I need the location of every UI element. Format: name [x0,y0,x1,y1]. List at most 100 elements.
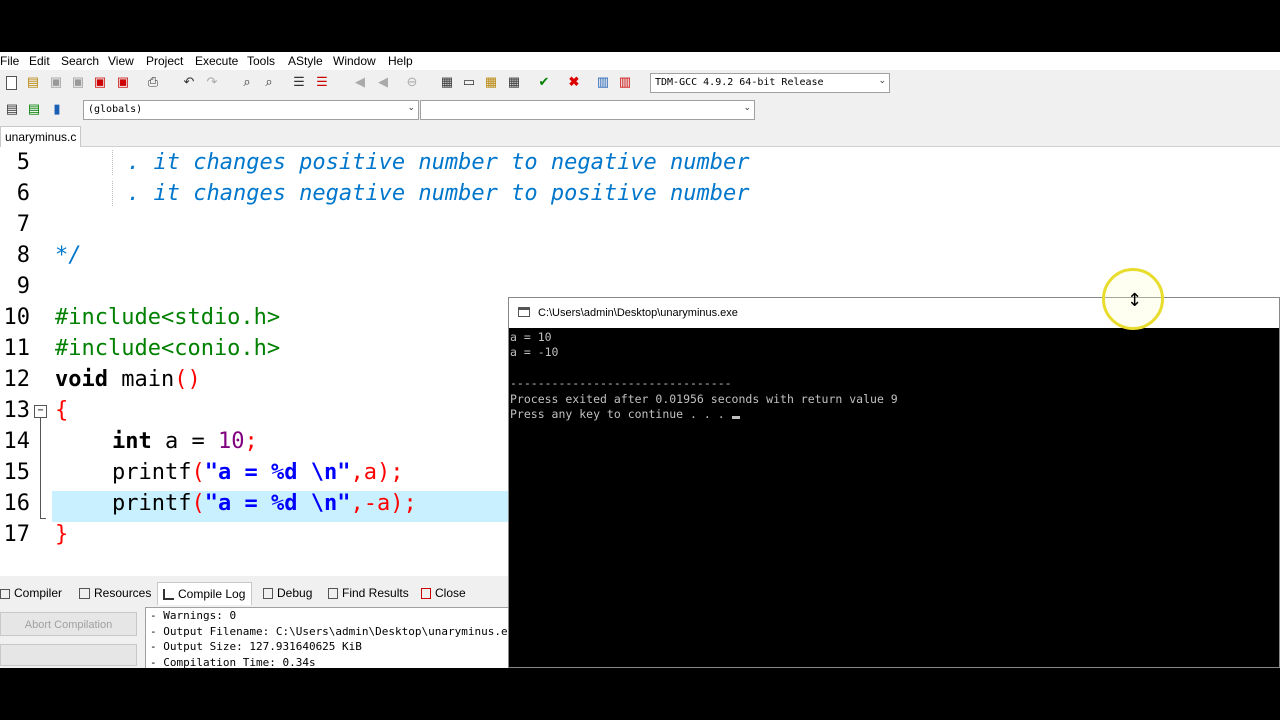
keyword-int: int [112,429,152,454]
compiler-select[interactable]: TDM-GCC 4.9.2 64-bit Release ⌄ [650,73,890,93]
fold-toggle-icon[interactable]: − [34,405,47,418]
compile-progress-bar [0,644,137,666]
log-line: - Warnings: 0 [150,609,237,622]
line-number: 10 [3,305,31,330]
save-all-icon[interactable]: ▣ [71,75,85,89]
tab-unaryminus-c[interactable]: unaryminus.c [0,126,82,147]
code-line-15: printf("a = %d \n",a); [112,460,403,485]
debug-icon [263,588,273,599]
indent-icon[interactable]: ☰ [292,75,306,89]
close-file-icon[interactable]: ▣ [93,75,107,89]
resize-cursor-icon: ↕ [1127,290,1143,311]
save-icon[interactable]: ▣ [49,75,63,89]
class-browser-icon[interactable]: ▦ [484,75,498,89]
menu-astyle[interactable]: AStyle [288,54,323,68]
close-all-icon[interactable]: ▣ [116,75,130,89]
stop-execution-icon[interactable]: ✖ [567,75,581,89]
tab-label: Compiler [14,586,63,600]
menu-view[interactable]: View [108,54,134,68]
open-file-icon[interactable]: ▤ [26,75,40,89]
console-window[interactable]: C:\Users\admin\Desktop\unaryminus.exe a … [508,297,1280,668]
goto-bookmark-icon[interactable]: ▮ [50,102,64,116]
line-number: 6 [16,181,30,206]
chart-icon [163,589,174,600]
layout-icon[interactable]: ▦ [507,75,521,89]
tab-compiler[interactable]: Compiler [0,582,62,604]
string-quote: " [337,491,351,516]
tab-find-results[interactable]: Find Results [328,582,409,604]
replace-icon[interactable]: ⌕ [262,75,276,89]
argument: ,-a [350,491,391,516]
string-literal: "a = %d [204,460,311,485]
bottom-panel-tabs: Compiler Resources Compile Log Debug Fin… [0,582,510,605]
log-line: - Output Size: 127.931640625 KiB [150,640,362,653]
identifier-printf: printf [112,460,192,485]
menu-tools[interactable]: Tools [247,54,275,68]
menu-edit[interactable]: Edit [29,54,50,68]
escape-sequence: \n [310,491,338,516]
toggle-window-icon[interactable]: ▭ [462,75,476,89]
undo-icon[interactable]: ↶ [182,75,196,89]
argument: ,a [350,460,377,485]
menu-project[interactable]: Project [146,54,183,68]
find-icon[interactable]: ⌕ [240,75,254,89]
paren: () [174,367,201,392]
tab-resources[interactable]: Resources [79,582,151,604]
members-select[interactable]: ⌄ [420,100,755,120]
close-icon [421,588,431,599]
declaration: a = [151,429,218,454]
line-number: 5 [16,150,30,175]
code-line-14: int a = 10; [112,429,258,454]
code-line-12: void main() [55,367,201,392]
code-line-13: { [55,398,69,423]
tab-compile-log[interactable]: Compile Log [157,582,253,605]
menu-help[interactable]: Help [388,54,413,68]
bookmark-prev-icon[interactable]: ◀ [353,75,367,89]
menu-search[interactable]: Search [61,54,99,68]
code-line-17: } [55,522,69,547]
menu-window[interactable]: Window [333,54,376,68]
compile-log-output[interactable]: - Warnings: 0 - Output Filename: C:\User… [145,607,517,668]
console-line: a = 10 [510,330,552,344]
new-project-icon[interactable]: ▦ [440,75,454,89]
menu-file[interactable]: File [0,54,19,68]
paren: ( [191,491,205,516]
chevron-down-icon: ⌄ [743,103,751,113]
delete-profile-icon[interactable]: ▥ [618,75,632,89]
fold-guide [40,418,41,518]
code-line-5: . it changes positive number to negative… [112,150,750,175]
bookmark-next-icon[interactable]: ◀ [376,75,390,89]
find-icon [328,588,338,599]
paren: ) [390,491,404,516]
line-number-gutter: 5 6 7 8 9 10 11 12 13 14 15 16 17 − [0,147,52,576]
print-icon[interactable]: ⎙ [146,75,160,89]
new-file-icon[interactable] [6,76,17,90]
profile-chart-icon[interactable]: ▥ [596,75,610,89]
insert-icon[interactable]: ▤ [5,102,19,116]
abort-compilation-button[interactable]: Abort Compilation [0,612,137,636]
line-number: 13 [3,398,31,423]
tab-label: Close [435,586,466,600]
main-toolbar: ▤ ▣ ▣ ▣ ▣ ⎙ ↶ ↷ ⌕ ⌕ ☰ ☰ ◀ ◀ ⊖ ▦ ▭ ▦ ▦ ✔ … [0,70,892,96]
tab-label: Compile Log [178,587,246,601]
console-app-icon [518,307,530,317]
tab-close[interactable]: Close [421,582,466,604]
code-line-16: printf("a = %d \n",-a); [112,491,417,516]
line-number: 17 [3,522,31,547]
scope-select[interactable]: (globals) ⌄ [83,100,419,120]
escape-sequence: \n [310,460,338,485]
line-number: 7 [16,212,30,237]
line-number: 16 [3,491,31,516]
tab-debug[interactable]: Debug [263,582,312,604]
scope-select-value: (globals) [88,104,143,115]
file-tabs: unaryminus.c [0,124,1280,147]
string-quote: " [337,460,351,485]
redo-icon[interactable]: ↷ [205,75,219,89]
toggle-bookmark-icon[interactable]: ▤ [27,102,41,116]
unindent-icon[interactable]: ☰ [315,75,329,89]
menu-execute[interactable]: Execute [195,54,238,68]
goto-line-icon[interactable]: ⊖ [405,75,419,89]
log-line: - Output Filename: C:\Users\admin\Deskto… [150,624,517,638]
line-number: 11 [3,336,31,361]
check-syntax-icon[interactable]: ✔ [537,75,551,89]
